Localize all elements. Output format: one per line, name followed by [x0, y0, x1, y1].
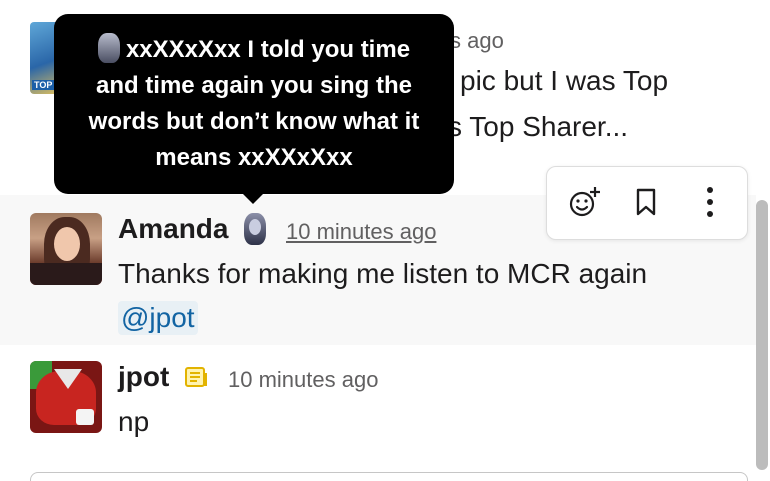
message-text: s Top Sharer... [448, 111, 629, 142]
message-text: pic but I was Top [460, 65, 669, 96]
sender-name[interactable]: jpot [118, 361, 169, 393]
message-text: np [118, 406, 150, 437]
user-mention[interactable]: @jpot [118, 301, 198, 335]
avatar[interactable] [30, 361, 102, 433]
message-text: Thanks for making me listen to MCR again [118, 258, 648, 289]
message-composer[interactable] [30, 472, 748, 481]
newspaper-icon[interactable] [184, 365, 208, 389]
avatar-label: TOP [32, 80, 55, 90]
scrollbar[interactable] [756, 200, 768, 470]
message-jpot: jpot 10 minutes ago np [0, 345, 756, 476]
add-reaction-button[interactable] [561, 179, 607, 225]
add-reaction-icon [569, 187, 600, 217]
avatar[interactable] [30, 213, 102, 285]
more-actions-icon [707, 187, 713, 217]
bookmark-icon [636, 188, 656, 216]
sender-name[interactable]: Amanda [118, 213, 228, 245]
tooltip-text: xxXXxXxx I told you time and time again … [88, 36, 420, 171]
status-tooltip: xxXXxXxx I told you time and time again … [54, 14, 454, 204]
save-for-later-button[interactable] [623, 179, 669, 225]
vampire-status-icon[interactable] [244, 213, 266, 245]
message-actions-toolbar [546, 166, 748, 240]
message-timestamp[interactable]: s ago [450, 28, 504, 54]
message-timestamp[interactable]: 10 minutes ago [286, 219, 436, 245]
message-timestamp[interactable]: 10 minutes ago [228, 367, 378, 393]
more-actions-button[interactable] [687, 179, 733, 225]
vampire-status-icon [97, 33, 120, 63]
